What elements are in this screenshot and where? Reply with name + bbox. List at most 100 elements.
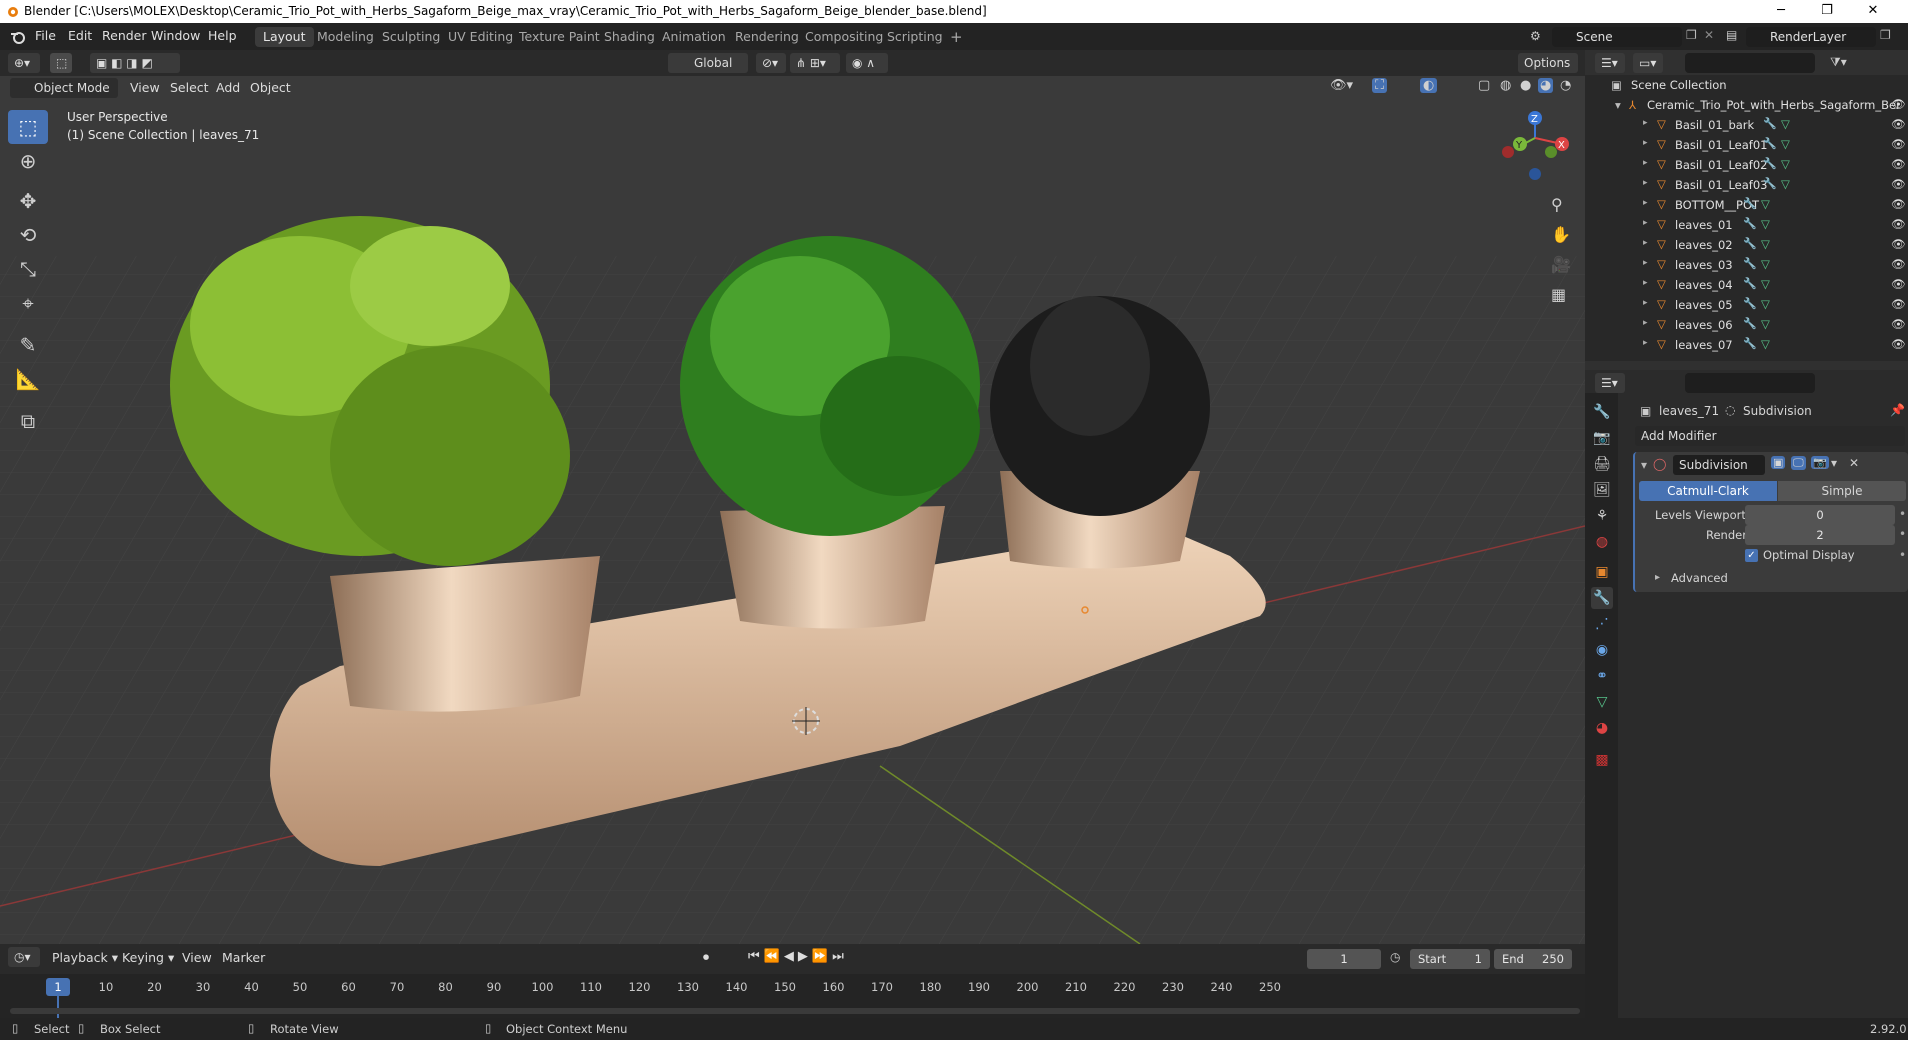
tab-rendering[interactable]: Rendering xyxy=(727,27,807,47)
render-levels-field[interactable]: 2 xyxy=(1745,525,1895,545)
parsley-plant[interactable] xyxy=(680,236,980,536)
outliner-item[interactable]: ▸ ▽ leaves_05 🔧 ▽ 👁 xyxy=(1585,295,1908,315)
outliner-item[interactable]: ▸ ▽ leaves_07 🔧 ▽ 👁 xyxy=(1585,335,1908,355)
tab-compositing[interactable]: Compositing xyxy=(797,27,891,47)
zoom-icon[interactable]: ⚲ xyxy=(1551,195,1563,214)
visibility-eye-icon[interactable]: 👁 xyxy=(1891,217,1906,231)
rotate-tool-icon[interactable]: ⟲ xyxy=(8,218,48,252)
outliner-root-row[interactable]: ▣ Scene Collection xyxy=(1585,75,1908,95)
remove-modifier-icon[interactable]: ✕ xyxy=(1849,456,1859,470)
render-tab-icon[interactable]: 📷 xyxy=(1591,427,1613,449)
modifier-menu-icon[interactable]: ▾ xyxy=(1831,456,1837,470)
physics-tab-icon[interactable]: ◉ xyxy=(1591,639,1613,661)
viewport-scene[interactable]: Z X Y ⚲ ✋ 🎥 ▦ xyxy=(0,76,1585,944)
xray-icon[interactable]: ▢ xyxy=(1478,78,1490,93)
modifier-icon[interactable]: 🔧 xyxy=(1763,117,1777,130)
material-shading-icon[interactable]: ◕ xyxy=(1538,78,1554,93)
snap-icon[interactable]: ⋔ ⊞▾ xyxy=(790,53,840,73)
visibility-eye-icon[interactable]: 👁 xyxy=(1891,117,1906,131)
expand-arrow-icon[interactable]: ▸ xyxy=(1643,218,1648,228)
outliner-item[interactable]: ▸ ▽ leaves_04 🔧 ▽ 👁 xyxy=(1585,275,1908,295)
move-tool-icon[interactable]: ✥ xyxy=(8,184,48,218)
delete-scene-icon[interactable]: ✕ xyxy=(1704,28,1714,42)
modifier-icon[interactable]: 🔧 xyxy=(1743,257,1757,270)
overlay-toggle-icon[interactable]: ◐ xyxy=(1420,78,1438,93)
output-tab-icon[interactable]: 🖨 xyxy=(1591,453,1613,475)
annotate-tool-icon[interactable]: ✎ xyxy=(8,328,48,362)
advanced-arrow-icon[interactable]: ▸ xyxy=(1655,572,1660,583)
display-mode-icon[interactable]: ▭▾ xyxy=(1633,53,1663,73)
keyframe-dot-icon[interactable]: • xyxy=(1899,527,1906,541)
keying-menu[interactable]: Keying ▾ xyxy=(122,950,174,965)
marker-menu[interactable]: Marker xyxy=(222,950,265,965)
tab-texture-paint[interactable]: Texture Paint xyxy=(511,27,608,47)
menu-edit[interactable]: Edit xyxy=(68,28,92,43)
modifier-icon[interactable]: 🔧 xyxy=(1763,177,1777,190)
scene-selector[interactable]: Scene xyxy=(1552,27,1682,47)
modifier-icon[interactable]: 🔧 xyxy=(1743,297,1757,310)
visibility-eye-icon[interactable]: 👁 xyxy=(1891,157,1906,171)
end-frame-field[interactable]: End 250 xyxy=(1494,949,1572,969)
mesh-data-icon[interactable]: ▽ xyxy=(1781,117,1790,131)
record-icon[interactable]: ⏺ xyxy=(703,950,709,965)
select-box-tool-icon[interactable]: ⬚ xyxy=(8,110,48,144)
mesh-data-icon[interactable]: ▽ xyxy=(1761,237,1770,251)
solid-shading-icon[interactable]: ● xyxy=(1520,78,1531,93)
expand-arrow-icon[interactable]: ▸ xyxy=(1643,118,1648,128)
blender-menu-icon[interactable] xyxy=(10,30,26,44)
visibility-eye-icon[interactable]: 👁 xyxy=(1891,257,1906,271)
ortho-grid-icon[interactable]: ▦ xyxy=(1551,285,1566,304)
collapse-arrow-icon[interactable]: ▾ xyxy=(1641,458,1647,472)
expand-arrow-icon[interactable]: ▸ xyxy=(1643,158,1648,168)
visibility-eye-icon[interactable]: 👁 xyxy=(1891,277,1906,291)
3d-viewport[interactable]: Z X Y ⚲ ✋ 🎥 ▦ User Perspective (1) Scene… xyxy=(0,76,1585,944)
selection-mode-icons[interactable]: ▣ ◧ ◨ ◩ xyxy=(90,53,180,73)
menu-add[interactable]: Add xyxy=(216,80,240,95)
transform-tool-icon[interactable]: ⌖ xyxy=(8,286,48,320)
timeline-view-menu[interactable]: View xyxy=(182,950,212,965)
select-tool-icon[interactable]: ⬚ xyxy=(50,53,72,73)
outliner-item[interactable]: ▸ ▽ Basil_01_Leaf02 🔧 ▽ 👁 xyxy=(1585,155,1908,175)
outliner-item[interactable]: ▸ ▽ Basil_01_Leaf03 🔧 ▽ 👁 xyxy=(1585,175,1908,195)
mesh-data-icon[interactable]: ▽ xyxy=(1761,217,1770,231)
expand-arrow-icon[interactable]: ▸ xyxy=(1643,238,1648,248)
levels-viewport-field[interactable]: 0 xyxy=(1745,505,1895,525)
tab-shading[interactable]: Shading xyxy=(596,27,663,47)
menu-select[interactable]: Select xyxy=(170,80,209,95)
tab-animation[interactable]: Animation xyxy=(654,27,734,47)
filter-icon[interactable]: ⧩▾ xyxy=(1830,55,1847,70)
particles-tab-icon[interactable]: ⋰ xyxy=(1591,613,1613,635)
add-cube-tool-icon[interactable]: ⧉ xyxy=(8,404,48,438)
measure-tool-icon[interactable]: 📐 xyxy=(8,362,48,396)
tool-tab-icon[interactable]: 🔧 xyxy=(1591,401,1613,423)
editor-type-button[interactable]: ⊕▾ xyxy=(8,53,40,73)
playhead[interactable]: 1 xyxy=(46,978,70,996)
menu-help[interactable]: Help xyxy=(208,28,237,43)
visibility-eye-icon[interactable]: 👁 xyxy=(1891,317,1906,331)
playback-controls-icons[interactable]: ⏮⏪◀▶⏩⏭ xyxy=(748,949,848,964)
properties-search-input[interactable] xyxy=(1685,373,1815,393)
outliner-item[interactable]: ▸ ▽ leaves_03 🔧 ▽ 👁 xyxy=(1585,255,1908,275)
mesh-data-icon[interactable]: ▽ xyxy=(1761,317,1770,331)
tab-layout[interactable]: Layout xyxy=(255,27,314,47)
viewport-toggle-icon[interactable]: 🖵 xyxy=(1791,456,1806,470)
visibility-eye-icon[interactable]: 👁 xyxy=(1891,337,1906,351)
visibility-icon[interactable]: 👁▾ xyxy=(1330,78,1353,93)
menu-window[interactable]: Window xyxy=(151,28,200,43)
expand-arrow-icon[interactable]: ▸ xyxy=(1643,298,1648,308)
world-tab-icon[interactable]: ◍ xyxy=(1591,531,1613,553)
tab-uv-editing[interactable]: UV Editing xyxy=(440,27,521,47)
outliner-item[interactable]: ▸ ▽ BOTTOM__POT 🔧 ▽ 👁 xyxy=(1585,195,1908,215)
texture-tab-icon[interactable]: ▩ xyxy=(1591,749,1613,771)
new-scene-icon[interactable]: ❐ xyxy=(1686,28,1697,42)
outliner-item[interactable]: ▸ ▽ leaves_01 🔧 ▽ 👁 xyxy=(1585,215,1908,235)
modifier-name-field[interactable]: Subdivision xyxy=(1673,455,1765,475)
menu-render[interactable]: Render xyxy=(102,28,147,43)
outliner-collection-row[interactable]: ▾ ⅄ Ceramic_Trio_Pot_with_Herbs_Sagaform… xyxy=(1585,95,1908,115)
modifier-icon[interactable]: 🔧 xyxy=(1743,277,1757,290)
expand-arrow-icon[interactable]: ▾ xyxy=(1615,98,1621,112)
add-workspace-button[interactable]: + xyxy=(942,27,971,47)
editmode-toggle-icon[interactable]: ▣ xyxy=(1771,456,1786,469)
menu-file[interactable]: File xyxy=(35,28,56,43)
modifier-tab-icon[interactable]: 🔧 xyxy=(1591,587,1613,609)
